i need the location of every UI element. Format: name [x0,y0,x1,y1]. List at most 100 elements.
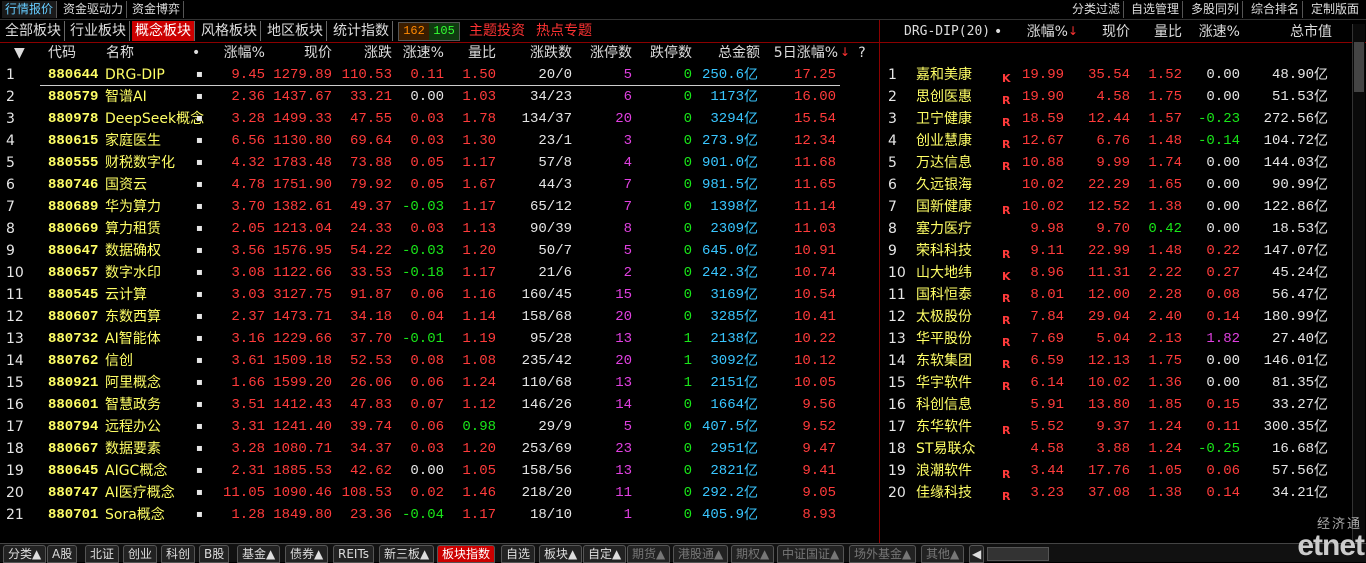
row-name[interactable]: 东华软件 [916,416,972,438]
tab-concept[interactable]: 概念板块 [132,21,195,41]
row-name[interactable]: 万达信息 [916,152,972,174]
table-row[interactable]: 11 880545 云计算 ▪ 3.03 3127.75 91.87 0.06 1.16 160/… [0,284,877,306]
row-name[interactable]: 山大地纬 [916,262,972,284]
bottom-tab[interactable]: 北证 [85,545,120,563]
row-code[interactable]: 880647 [48,240,98,262]
row-code[interactable]: 880921 [48,372,98,394]
row-name[interactable]: 东数西算 [105,306,161,328]
table-row[interactable]: 3 880978 DeepSeek概念 ▪ 3.28 1499.33 47.55 0.03 1.… [0,108,877,130]
col-code[interactable]: 代码 [48,43,76,63]
table-row[interactable]: 20 880747 AI医疗概念 ▪ 11.05 1090.46 108.53 0.02 1.4… [0,482,877,504]
table-row[interactable]: 17 880794 远程办公 ▪ 3.31 1241.40 39.74 0.06 0.98 29/… [0,416,877,438]
tab-quote[interactable]: 行情报价 [2,1,58,18]
table-row[interactable]: 13 880732 AI智能体 ▪ 3.16 1229.66 37.70 -0.01 1.19 9… [0,328,877,350]
tab-fund-drive[interactable]: 资金驱动力 [60,1,128,18]
row-name[interactable]: 国科恒泰 [916,284,972,306]
table-row[interactable]: 10 880657 数字水印 ▪ 3.08 1122.66 33.53 -0.18 1.17 21… [0,262,877,284]
row-name[interactable]: 家庭医生 [105,130,161,152]
col-help[interactable]: ? [852,43,872,63]
tab-custom-layout[interactable]: 定制版面 [1308,1,1362,18]
row-name[interactable]: 数字水印 [105,262,161,284]
row-name[interactable]: 华平股份 [916,328,972,350]
tab-stat-index[interactable]: 统计指数 [330,21,393,41]
bottom-tab[interactable]: 板块▲ [539,545,583,563]
constituent-row[interactable]: 20 佳缘科技 R 3.23 37.08 1.38 0.14 34.21 亿 [880,482,1366,504]
bottom-tab[interactable]: 其他▲ [921,545,965,563]
row-name[interactable]: AI智能体 [105,328,161,350]
col-limitup[interactable]: 涨停数 [576,43,632,63]
row-code[interactable]: 880644 [48,64,98,86]
row-name[interactable]: 阿里概念 [105,372,161,394]
bottom-tab[interactable]: 中证国证▲ [777,545,845,563]
row-name[interactable]: 卫宁健康 [916,108,972,130]
col-price[interactable]: 现价 [268,43,332,63]
row-code[interactable]: 880545 [48,284,98,306]
constituent-row[interactable]: 7 国新健康 R 10.02 12.52 1.38 0.00 122.86 亿 [880,196,1366,218]
tab-rank[interactable]: 综合排名 [1248,1,1304,18]
row-name[interactable]: AI医疗概念 [105,482,175,504]
col-speed[interactable]: 涨速% [1190,22,1240,42]
row-name[interactable]: 智慧政务 [105,394,161,416]
row-code[interactable]: 880601 [48,394,98,416]
table-row[interactable]: 7 880689 华为算力 ▪ 3.70 1382.61 49.37 -0.03 1.17 65/… [0,196,877,218]
row-code[interactable]: 880689 [48,196,98,218]
bottom-tab[interactable]: 场外基金▲ [849,545,917,563]
col-ratio[interactable]: 量比 [448,43,496,63]
row-code[interactable]: 880746 [48,174,98,196]
row-code[interactable]: 880667 [48,438,98,460]
bottom-tab[interactable]: 港股通▲ [673,545,729,563]
row-name[interactable]: 财税数字化 [105,152,175,174]
constituent-row[interactable]: 9 荣科科技 R 9.11 22.99 1.48 0.22 147.07 亿 [880,240,1366,262]
horizontal-scrollbar[interactable] [987,547,1049,561]
constituent-row[interactable]: 1 嘉和美康 K 19.99 35.54 1.52 0.00 48.90 亿 [880,64,1366,86]
row-name[interactable]: 数据确权 [105,240,161,262]
bottom-tab[interactable]: 新三板▲ [379,545,435,563]
table-row[interactable]: 15 880921 阿里概念 ▪ 1.66 1599.20 26.06 0.06 1.24 110… [0,372,877,394]
col-pct[interactable]: 涨幅% [210,43,265,63]
row-name[interactable]: 东软集团 [916,350,972,372]
tab-fund-game[interactable]: 资金博弈 [129,1,185,18]
row-code[interactable]: 880747 [48,482,98,504]
constituent-row[interactable]: 3 卫宁健康 R 18.59 12.44 1.57 -0.23 272.56 亿 [880,108,1366,130]
bottom-tab[interactable]: 自定▲ [583,545,627,563]
row-name[interactable]: 远程办公 [105,416,161,438]
table-row[interactable]: 18 880667 数据要素 ▪ 3.28 1080.71 34.37 0.03 1.20 253… [0,438,877,460]
row-name[interactable]: 塞力医疗 [916,218,972,240]
constituent-row[interactable]: 4 创业慧康 R 12.67 6.76 1.48 -0.14 104.72 亿 [880,130,1366,152]
row-name[interactable]: Sora概念 [105,504,165,526]
constituent-row[interactable]: 8 塞力医疗 9.98 9.70 0.42 0.00 18.53 亿 [880,218,1366,240]
constituent-row[interactable]: 16 科创信息 5.91 13.80 1.85 0.15 33.27 亿 [880,394,1366,416]
table-row[interactable]: 6 880746 国资云 ▪ 4.78 1751.90 79.92 0.05 1.67 44/3 7… [0,174,877,196]
col-chg[interactable]: 涨跌 [334,43,392,63]
row-name[interactable]: ST易联众 [916,438,975,460]
table-row[interactable]: 16 880601 智慧政务 ▪ 3.51 1412.43 47.83 0.07 1.12 146… [0,394,877,416]
row-code[interactable]: 880615 [48,130,98,152]
constituent-row[interactable]: 10 山大地纬 K 8.96 11.31 2.22 0.27 45.24 亿 [880,262,1366,284]
constituent-row[interactable]: 5 万达信息 R 10.88 9.99 1.74 0.00 144.03 亿 [880,152,1366,174]
table-row[interactable]: 12 880607 东数西算 ▪ 2.37 1473.71 34.18 0.04 1.14 158… [0,306,877,328]
row-name[interactable]: 嘉和美康 [916,64,972,86]
table-row[interactable]: 21 880701 Sora概念 ▪ 1.28 1849.80 23.36 -0.04 1.17… [0,504,877,526]
col-ratio[interactable]: 量比 [1138,22,1182,42]
scroll-left-icon[interactable]: ◀ [969,545,985,563]
constituent-row[interactable]: 6 久远银海 10.02 22.29 1.65 0.00 90.99 亿 [880,174,1366,196]
bottom-tab[interactable]: 科创 [161,545,196,563]
row-code[interactable]: 880794 [48,416,98,438]
row-name[interactable]: 华为算力 [105,196,161,218]
row-name[interactable]: 佳缘科技 [916,482,972,504]
table-row[interactable]: 8 880669 算力租赁 ▪ 2.05 1213.04 24.33 0.03 1.13 90/3… [0,218,877,240]
row-name[interactable]: 智谱AI [105,86,147,108]
row-name[interactable]: 数据要素 [105,438,161,460]
row-name[interactable]: 云计算 [105,284,147,306]
bottom-tab[interactable]: 基金▲ [237,545,281,563]
tab-region[interactable]: 地区板块 [264,21,327,41]
col-name[interactable]: 名称 [106,43,134,63]
constituent-row[interactable]: 2 思创医惠 R 19.90 4.58 1.75 0.00 51.53 亿 [880,86,1366,108]
table-row[interactable]: 2 880579 智谱AI ▪ 2.36 1437.67 33.21 0.00 1.03 34/2… [0,86,877,108]
table-row[interactable]: 5 880555 财税数字化 ▪ 4.32 1783.48 73.88 0.05 1.17 57/… [0,152,877,174]
row-name[interactable]: 科创信息 [916,394,972,416]
row-name[interactable]: DRG-DIP [105,64,165,86]
row-name[interactable]: AIGC概念 [105,460,167,482]
row-code[interactable]: 880732 [48,328,98,350]
table-row[interactable]: 1 880644 DRG-DIP ▪ 9.45 1279.89 110.53 0.11 1.50… [0,64,877,86]
